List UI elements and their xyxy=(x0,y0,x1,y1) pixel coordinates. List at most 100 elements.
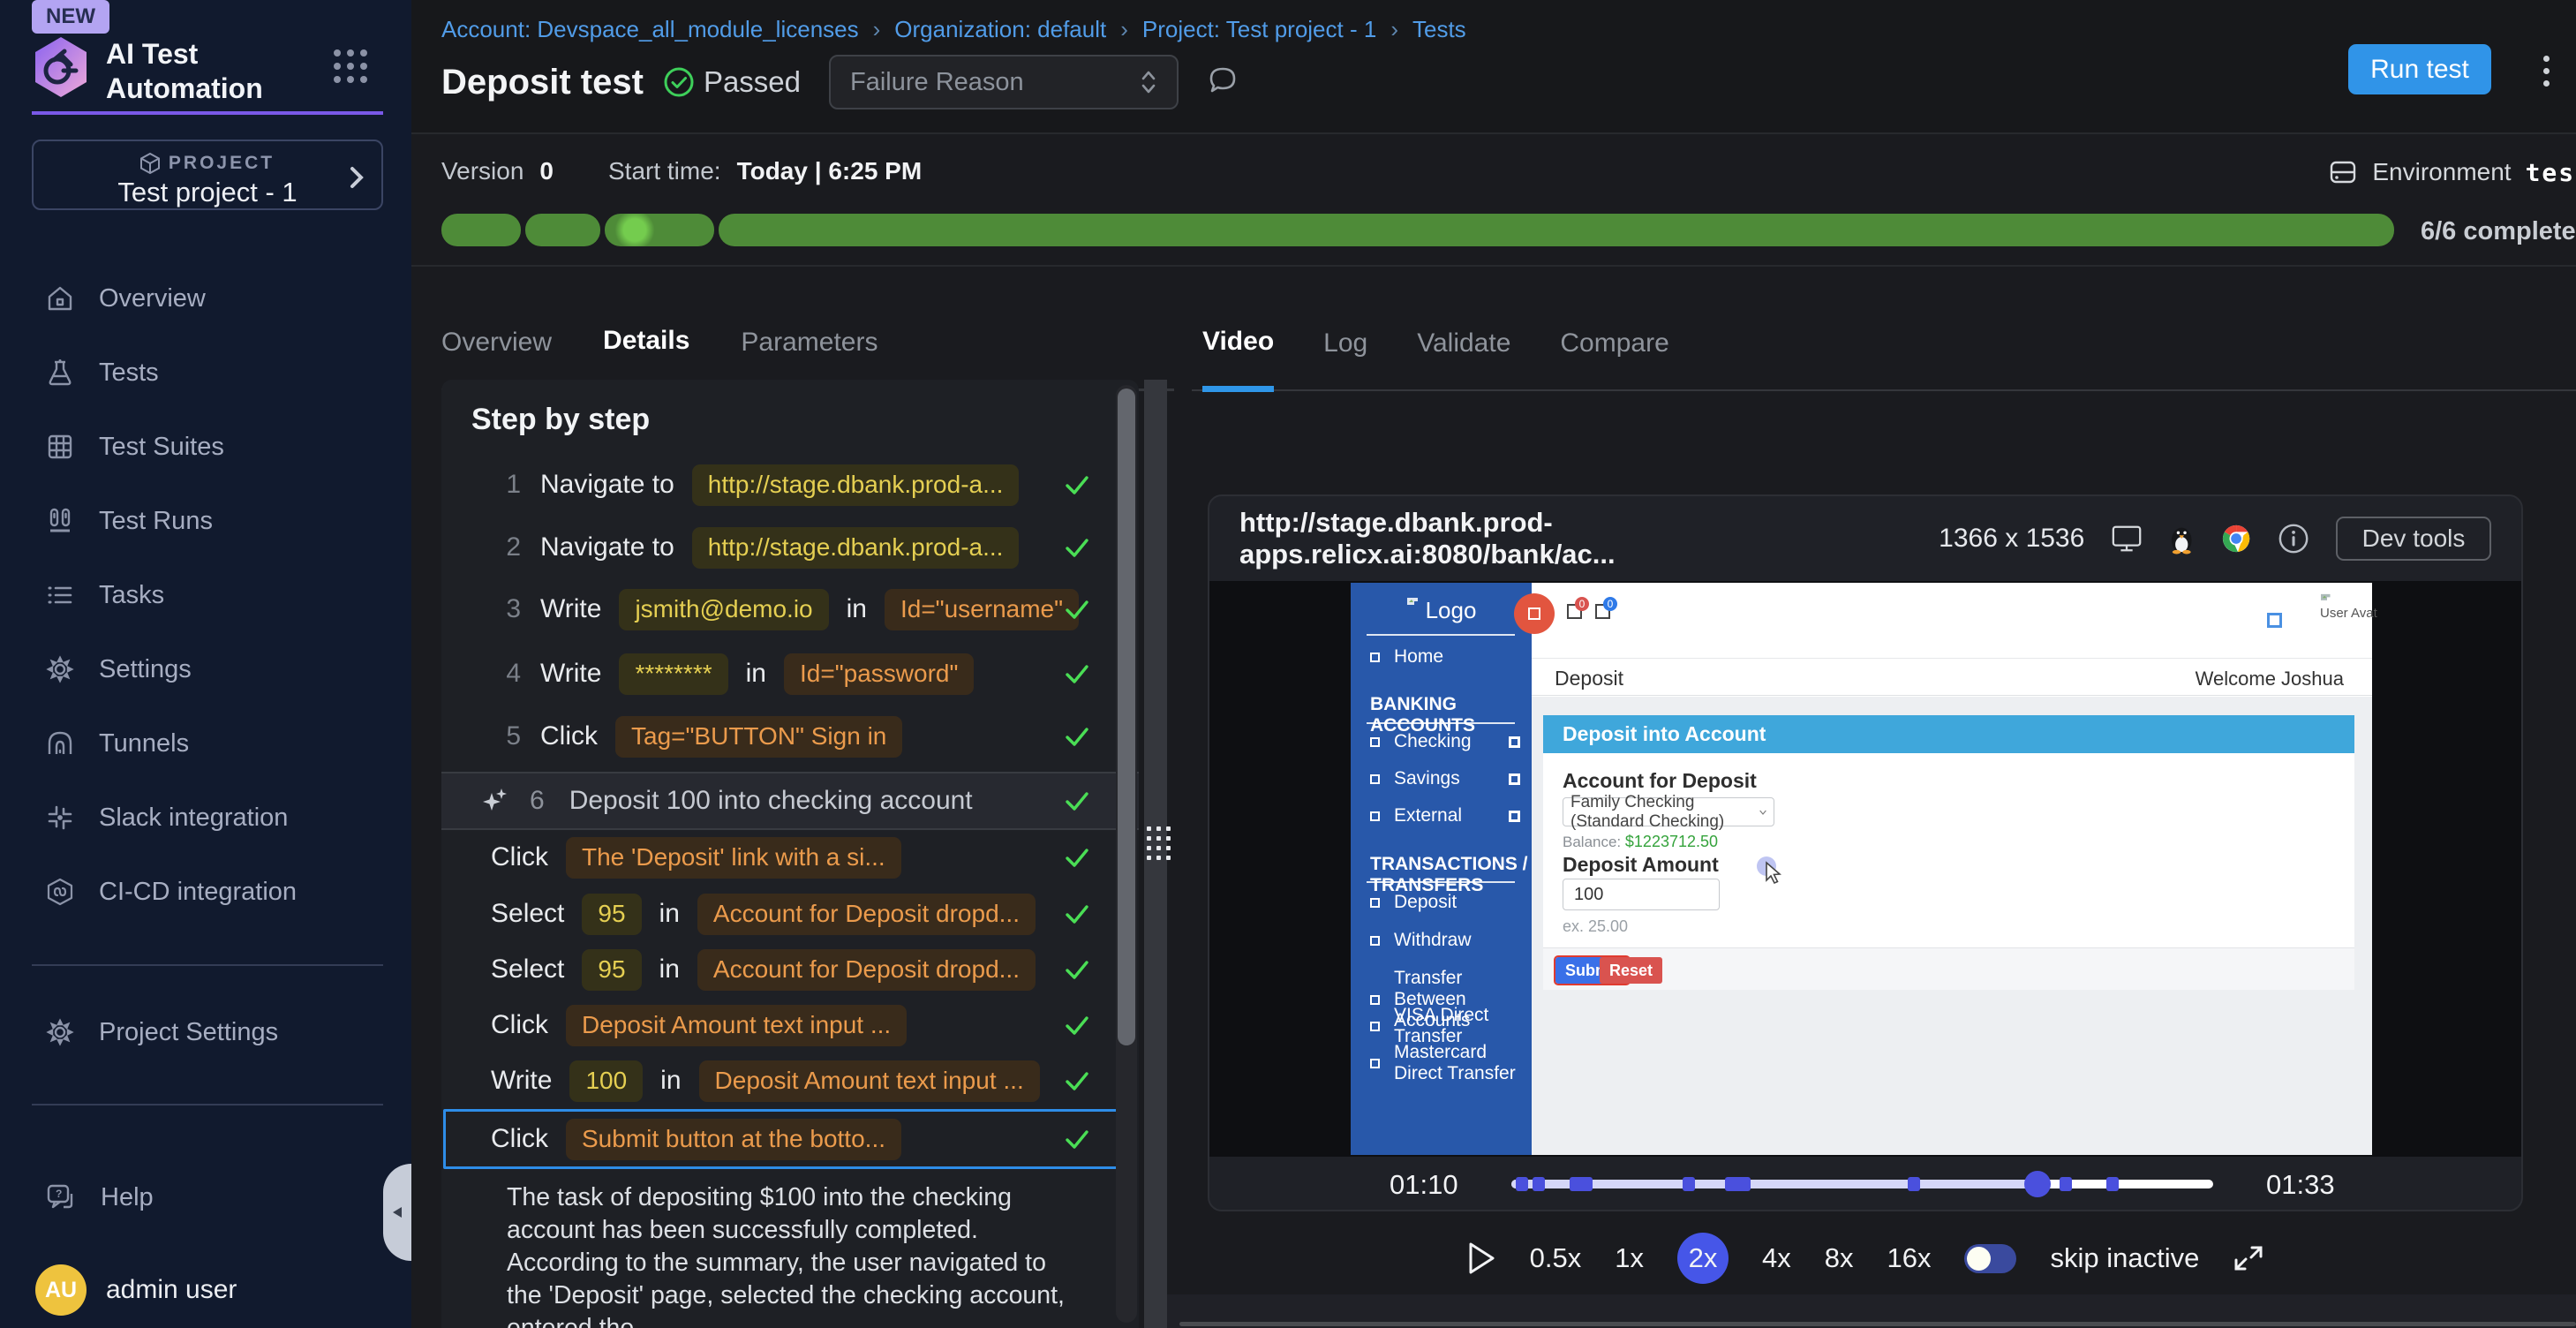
fullscreen-icon[interactable] xyxy=(2233,1242,2264,1274)
substep-row-1[interactable]: Click The 'Deposit' link with a si... xyxy=(441,829,1139,886)
step-value-chip: jsmith@demo.io xyxy=(619,589,828,630)
tab-validate[interactable]: Validate xyxy=(1417,297,1510,389)
project-selector[interactable]: PROJECT Test project - 1 xyxy=(32,140,383,210)
substep-row-2[interactable]: Select 95 in Account for Deposit dropd..… xyxy=(441,886,1139,942)
step-row-4[interactable]: 4 Write ******** in Id="password" xyxy=(441,645,1139,702)
version-value: 0 xyxy=(539,157,554,185)
play-icon[interactable] xyxy=(1466,1241,1496,1276)
run-test-button[interactable]: Run test xyxy=(2348,44,2491,94)
sidebar-item-project-settings[interactable]: Project Settings xyxy=(32,1005,385,1060)
step-row-2[interactable]: 2 Navigate to http://stage.dbank.prod-a.… xyxy=(441,519,1139,576)
breadcrumb-tests[interactable]: Tests xyxy=(1412,16,1466,43)
cicd-icon xyxy=(46,878,74,906)
tab-log[interactable]: Log xyxy=(1323,297,1367,389)
speed-4x[interactable]: 4x xyxy=(1762,1242,1791,1274)
steps-scrollbar-track[interactable] xyxy=(1116,385,1137,1323)
steps-scrollbar-thumb[interactable] xyxy=(1118,389,1135,1045)
skip-inactive-label: skip inactive xyxy=(2050,1242,2199,1274)
substep-row-3[interactable]: Select 95 in Account for Deposit dropd..… xyxy=(441,941,1139,998)
tab-parameters[interactable]: Parameters xyxy=(741,297,877,389)
apps-grid-icon[interactable] xyxy=(334,49,367,83)
substep-row-4[interactable]: Click Deposit Amount text input ... xyxy=(441,997,1139,1053)
step-target-chip: Deposit Amount text input ... xyxy=(699,1060,1040,1102)
step-value-chip: 95 xyxy=(582,894,641,935)
bank-content: Deposit into Account Account for Deposit… xyxy=(1532,697,2372,1155)
sidebar-item-tasks[interactable]: Tasks xyxy=(32,568,385,622)
tab-video[interactable]: Video xyxy=(1202,297,1274,392)
step-check-icon xyxy=(1063,1125,1091,1153)
substep-row-5[interactable]: Write 100 in Deposit Amount text input .… xyxy=(441,1053,1139,1109)
user-menu[interactable]: AU admin user xyxy=(35,1264,237,1316)
sidebar-item-slack-integration[interactable]: Slack integration xyxy=(32,790,385,845)
timeline-track[interactable] xyxy=(1511,1180,2213,1188)
select-updown-icon xyxy=(1140,68,1157,96)
sidebar-item-help[interactable]: ? Help xyxy=(32,1170,385,1225)
progress-completed-label: 6/6 completed xyxy=(2421,217,2576,246)
bank-nav-checking: Checking xyxy=(1370,731,1520,752)
speed-8x[interactable]: 8x xyxy=(1825,1242,1854,1274)
bank-main: 0 0 User Avat Deposit xyxy=(1532,583,2372,1155)
bank-banner: Deposit into Account xyxy=(1543,715,2354,753)
bank-form-footer: Submit Reset xyxy=(1543,947,2354,990)
speed-1x[interactable]: 1x xyxy=(1615,1242,1644,1274)
dev-tools-button[interactable]: Dev tools xyxy=(2336,517,2491,561)
step-row-1[interactable]: 1 Navigate to http://stage.dbank.prod-a.… xyxy=(441,456,1139,513)
breadcrumb: Account: Devspace_all_module_licenses › … xyxy=(441,16,1466,43)
info-icon[interactable] xyxy=(2278,522,2309,555)
speed-0.5x[interactable]: 0.5x xyxy=(1530,1242,1582,1274)
overlay-marker-3 xyxy=(2267,613,2282,628)
failure-reason-select[interactable]: Failure Reason xyxy=(829,55,1179,109)
step-target-chip: Id="username" xyxy=(885,589,1079,630)
breadcrumb-organization[interactable]: Organization: default xyxy=(894,16,1106,43)
tab-overview[interactable]: Overview xyxy=(441,297,552,389)
bank-reset-button: Reset xyxy=(1600,957,1662,984)
sidebar-item-cicd-integration[interactable]: CI-CD integration xyxy=(32,864,385,919)
sidebar-item-tests[interactable]: Tests xyxy=(32,345,385,400)
sidebar-collapse-handle[interactable] xyxy=(383,1164,411,1261)
step-row-3[interactable]: 3 Write jsmith@demo.io in Id="username" xyxy=(441,581,1139,638)
video-tabs: Video Log Validate Compare xyxy=(1192,297,2576,391)
slack-icon xyxy=(46,804,74,832)
step-group-6[interactable]: 6 Deposit 100 into checking account xyxy=(441,772,1139,830)
breadcrumb-project[interactable]: Project: Test project - 1 xyxy=(1142,16,1376,43)
start-time-label: Start time: xyxy=(608,157,721,185)
svg-text:?: ? xyxy=(56,1188,62,1200)
bank-nav-external: External xyxy=(1370,805,1520,826)
environment-label: Environment xyxy=(2372,158,2511,186)
section-divider xyxy=(411,265,2576,267)
step-summary-text: The task of depositing $100 into the che… xyxy=(507,1181,1079,1328)
horizontal-scrollbar[interactable] xyxy=(1179,1322,2576,1326)
panel-resize-grip[interactable] xyxy=(1147,826,1171,860)
bank-balance-value: $1223712.50 xyxy=(1625,833,1718,850)
comment-icon[interactable] xyxy=(1205,64,1240,100)
video-screen[interactable]: Logo Home BANKING ACCOUNTS Checking Savi… xyxy=(1209,581,2521,1157)
sidebar-item-test-suites[interactable]: Test Suites xyxy=(32,419,385,474)
video-url: http://stage.dbank.prod-apps.relicx.ai:8… xyxy=(1239,507,1893,570)
timeline-playhead[interactable] xyxy=(2024,1171,2051,1197)
breadcrumb-account[interactable]: Account: Devspace_all_module_licenses xyxy=(441,16,859,43)
bank-nav-savings: Savings xyxy=(1370,768,1520,789)
step-row-5[interactable]: 5 Click Tag="BUTTON" Sign in xyxy=(441,708,1139,765)
speed-2x[interactable]: 2x xyxy=(1677,1233,1729,1284)
app-title: AI Test Automation xyxy=(106,35,263,106)
step-target-chip: The 'Deposit' link with a si... xyxy=(566,837,901,879)
sidebar-item-test-runs[interactable]: Test Runs xyxy=(32,494,385,548)
step-check-icon xyxy=(1063,595,1091,623)
sidebar-item-settings[interactable]: Settings xyxy=(32,642,385,697)
environment-value: test xyxy=(2526,158,2576,187)
skip-inactive-toggle[interactable] xyxy=(1964,1244,2016,1273)
sidebar-item-overview[interactable]: Overview xyxy=(32,271,385,326)
tab-details[interactable]: Details xyxy=(603,297,689,391)
video-url-row: http://stage.dbank.prod-apps.relicx.ai:8… xyxy=(1209,496,2521,581)
substep-row-6-selected[interactable]: Click Submit button at the botto... xyxy=(441,1111,1139,1167)
bank-nav-deposit: Deposit xyxy=(1370,892,1520,913)
step-check-icon xyxy=(1063,471,1091,499)
overlay-marker-1: 0 xyxy=(1567,604,1582,619)
tab-compare[interactable]: Compare xyxy=(1560,297,1668,389)
step-value-chip: ******** xyxy=(619,653,727,695)
bank-welcome: Welcome Joshua xyxy=(2196,668,2344,690)
sidebar-item-tunnels[interactable]: Tunnels xyxy=(32,716,385,771)
bank-titlebar: Deposit Welcome Joshua xyxy=(1532,658,2372,696)
speed-16x[interactable]: 16x xyxy=(1887,1242,1932,1274)
more-actions-kebab[interactable] xyxy=(2528,51,2564,90)
